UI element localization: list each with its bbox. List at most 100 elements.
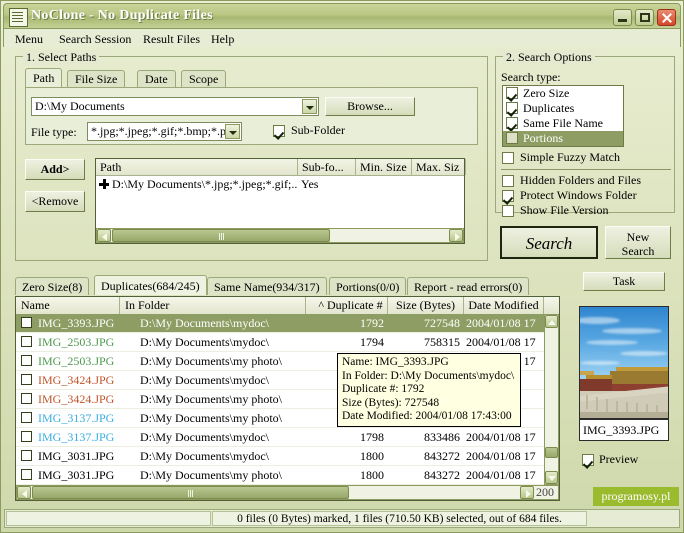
menu-item-search-session[interactable]: Search Session (56, 32, 134, 47)
cell-duplicate-number: 1794 (308, 333, 384, 351)
search-type-item-same-file-name[interactable]: Same File Name (503, 116, 623, 131)
path-grid-col-subfolder[interactable]: Sub-fo... (298, 159, 356, 175)
scroll-right-button[interactable] (449, 229, 463, 242)
remove-path-button[interactable]: <Remove (25, 191, 85, 212)
plus-icon[interactable] (99, 179, 109, 189)
search-button-label: Search (502, 228, 596, 259)
row-checkbox[interactable] (21, 431, 32, 442)
simple-fuzzy-match-label: Simple Fuzzy Match (520, 150, 620, 165)
status-pane-left (6, 511, 211, 526)
cell-in-folder: D:\My Documents\mydoc\ (140, 371, 306, 389)
result-tab-duplicates[interactable]: Duplicates(684/245) (94, 275, 207, 295)
row-checkbox[interactable] (21, 317, 32, 328)
new-search-line1: New (606, 230, 670, 244)
file-type-combo[interactable]: *.jpg;*.jpeg;*.gif;*.bmp;*.png (87, 122, 242, 141)
hscroll-right-button[interactable] (520, 486, 534, 499)
same-file-name-checkbox[interactable] (506, 117, 518, 129)
tab-path[interactable]: Path (25, 68, 62, 87)
duplicates-checkbox[interactable] (506, 102, 518, 114)
close-button[interactable] (657, 9, 676, 26)
row-checkbox[interactable] (21, 374, 32, 385)
browse-button[interactable]: Browse... (325, 97, 415, 116)
protect-windows-folder-label: Protect Windows Folder (520, 188, 637, 203)
file-list-hscroll-thumb[interactable] (32, 486, 349, 499)
result-tab-report[interactable]: Report - read errors(0) (407, 277, 529, 295)
file-type-label: File type: (31, 125, 77, 140)
result-tab-same-name[interactable]: Same Name(934/317) (207, 277, 327, 295)
new-search-button[interactable]: New Search (605, 226, 671, 259)
path-grid-row[interactable]: D:\My Documents\*.jpg;*.jpeg;*.gif;... Y… (96, 176, 464, 193)
row-checkbox[interactable] (21, 393, 32, 404)
cell-in-folder: D:\My Documents\mydoc\ (140, 447, 306, 465)
zero-size-checkbox[interactable] (506, 87, 518, 99)
maximize-button[interactable] (635, 9, 654, 26)
column-header-duplicate-num[interactable]: ^ Duplicate # (306, 297, 388, 314)
search-button[interactable]: Search (500, 226, 598, 259)
result-tab-zero-size[interactable]: Zero Size(8) (15, 277, 89, 295)
folder-path-combo[interactable]: D:\My Documents (31, 97, 319, 116)
hscroll-thumb[interactable] (112, 229, 330, 242)
column-header-in-folder[interactable]: In Folder (120, 297, 306, 314)
menu-item-menu[interactable]: Menu (12, 32, 46, 47)
cell-duplicate-number: 1800 (308, 447, 384, 465)
menu-item-help[interactable]: Help (208, 32, 237, 47)
protect-windows-folder-checkbox[interactable] (502, 190, 514, 202)
cell-size-bytes: 758315 (388, 333, 460, 351)
add-path-button[interactable]: Add> (25, 159, 85, 180)
table-row[interactable]: IMG_3031.JPGD:\My Documents\my photo\180… (16, 466, 544, 485)
hidden-folders-checkbox[interactable] (502, 175, 514, 187)
vscroll-thumb[interactable] (545, 447, 558, 458)
subfolder-checkbox[interactable] (273, 125, 285, 137)
duplicates-label: Duplicates (523, 101, 574, 116)
search-type-list[interactable]: Zero Size Duplicates Same File Name Port… (502, 85, 624, 147)
search-type-item-zero-size[interactable]: Zero Size (503, 86, 623, 101)
portions-checkbox[interactable] (506, 132, 518, 144)
scroll-up-button[interactable] (545, 315, 558, 328)
menu-item-result-files[interactable]: Result Files (140, 32, 203, 47)
column-header-date-modified[interactable]: Date Modified (464, 297, 544, 314)
minimize-button[interactable] (613, 9, 632, 26)
show-file-version-checkbox[interactable] (502, 205, 514, 217)
file-list-hscrollbar[interactable]: 200 (16, 485, 559, 500)
title-bar: NoClone - No Duplicate Files (3, 3, 681, 29)
row-checkbox[interactable] (21, 469, 32, 480)
task-button[interactable]: Task (583, 272, 665, 291)
preview-checkbox[interactable] (582, 454, 594, 466)
tab-file-size[interactable]: File Size (67, 70, 125, 87)
hscroll-left-button[interactable] (17, 486, 31, 499)
file-list-vscrollbar[interactable] (544, 314, 559, 485)
zero-size-label: Zero Size (523, 86, 569, 101)
chevron-down-icon[interactable] (225, 124, 240, 139)
tab-date[interactable]: Date (137, 70, 176, 87)
table-row[interactable]: IMG_3137.JPGD:\My Documents\mydoc\179883… (16, 428, 544, 447)
search-type-item-duplicates[interactable]: Duplicates (503, 101, 623, 116)
chevron-down-icon[interactable] (302, 99, 317, 114)
tab-scope[interactable]: Scope (181, 70, 226, 87)
preview-checkbox-label: Preview (599, 452, 638, 467)
scroll-down-button[interactable] (545, 471, 558, 484)
scroll-left-button[interactable] (97, 229, 111, 242)
row-checkbox[interactable] (21, 450, 32, 461)
path-grid-cell-subfolder: Yes (301, 176, 351, 193)
path-grid[interactable]: Path Sub-fo... Min. Size Max. Siz D:\My … (95, 158, 465, 244)
table-row[interactable]: IMG_3393.JPGD:\My Documents\mydoc\179272… (16, 314, 544, 333)
task-button-label: Task (584, 273, 664, 290)
row-checkbox[interactable] (21, 412, 32, 423)
path-grid-col-min-size[interactable]: Min. Size (356, 159, 412, 175)
subfolder-label: Sub-Folder (291, 123, 345, 138)
status-bar: 0 files (0 Bytes) marked, 1 files (710.5… (4, 509, 680, 528)
row-checkbox[interactable] (21, 336, 32, 347)
table-row[interactable]: IMG_3031.JPGD:\My Documents\mydoc\180084… (16, 447, 544, 466)
table-row[interactable]: IMG_2503.JPGD:\My Documents\mydoc\179475… (16, 333, 544, 352)
row-checkbox[interactable] (21, 355, 32, 366)
path-grid-col-path[interactable]: Path (96, 159, 298, 175)
column-header-name[interactable]: Name (16, 297, 120, 314)
search-type-item-portions[interactable]: Portions (503, 131, 623, 146)
column-header-size[interactable]: Size (Bytes) (388, 297, 464, 314)
simple-fuzzy-match-checkbox[interactable] (502, 152, 514, 164)
result-tab-portions[interactable]: Portions(0/0) (329, 277, 406, 295)
cell-file-name: IMG_3031.JPG (38, 466, 134, 484)
result-tabstrip: Zero Size(8) Duplicates(684/245) Same Na… (15, 277, 560, 297)
path-grid-col-max-size[interactable]: Max. Siz (412, 159, 466, 175)
path-grid-hscrollbar[interactable] (96, 228, 464, 243)
